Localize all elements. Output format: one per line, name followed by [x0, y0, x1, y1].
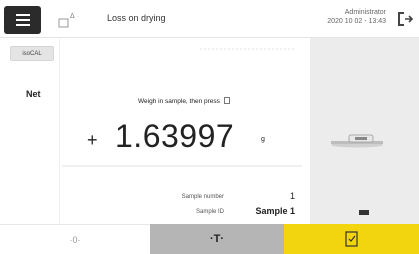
weight-range-indicator [200, 48, 295, 50]
sample-number-value: 1 [289, 191, 295, 201]
user-name: Administrator [344, 9, 386, 16]
instruction-text: Weigh in sample, then press [138, 97, 230, 105]
zero-button[interactable]: ·0· [0, 224, 150, 254]
instruction-label: Weigh in sample, then press [138, 98, 220, 105]
capacity-bar [62, 165, 302, 167]
press-button-icon [223, 97, 230, 104]
left-column: isoCAL Net [0, 38, 60, 224]
header-bar: Δ · Loss on drying Administrator 2020 10… [0, 0, 419, 38]
instrument-graphic-panel [310, 38, 419, 224]
hamburger-menu-icon [15, 14, 30, 16]
net-label: Net [26, 89, 41, 99]
weight-sign: + [87, 130, 98, 150]
confirm-document-icon [344, 231, 358, 247]
moisture-analyzer-screen: Δ · Loss on drying Administrator 2020 10… [0, 0, 419, 254]
bottom-action-bar: ·0· ·T· [0, 224, 419, 254]
isocal-button[interactable]: isoCAL [10, 46, 54, 61]
weighing-panel: Weigh in sample, then press + 1.63997 g … [60, 38, 310, 224]
sample-id-value: Sample 1 [255, 206, 295, 216]
sample-number-label: Sample number [181, 194, 224, 200]
confirm-button[interactable] [284, 224, 419, 254]
status-marker [359, 210, 369, 215]
menu-button[interactable] [4, 6, 41, 34]
user-info: Administrator 2020 10 02 - 13:43 [327, 8, 386, 26]
moisture-task-icon[interactable]: Δ · [58, 10, 82, 30]
weight-unit: g [261, 136, 265, 143]
tare-button[interactable]: ·T· [150, 224, 284, 254]
page-title: Loss on drying [107, 13, 166, 23]
sample-id-label: Sample ID [195, 209, 224, 215]
svg-text:Δ: Δ [70, 13, 75, 20]
logout-icon[interactable] [395, 9, 415, 29]
svg-text:·: · [77, 14, 79, 20]
datetime: 2020 10 02 - 13:43 [327, 18, 386, 25]
sample-pan-icon [331, 134, 383, 148]
weight-display: 1.63997 [115, 118, 235, 154]
